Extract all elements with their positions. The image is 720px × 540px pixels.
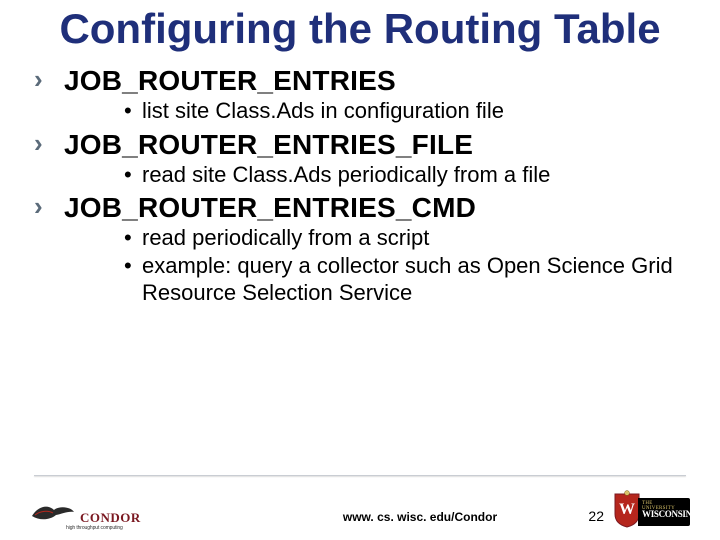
svg-text:W: W <box>619 501 635 518</box>
footer: CONDOR high throughput computing www. cs… <box>0 476 720 540</box>
wisconsin-main-text: WISCONSIN <box>642 509 687 519</box>
chevron-right-icon: › <box>34 66 64 92</box>
chevron-right-icon: › <box>34 193 64 219</box>
sub-bullet: • list site Class.Ads in configuration f… <box>124 97 686 125</box>
sub-bullet-text: example: query a collector such as Open … <box>142 252 686 307</box>
dot-icon: • <box>124 252 142 280</box>
bullet-heading: JOB_ROUTER_ENTRIES_CMD <box>64 192 476 224</box>
dot-icon: • <box>124 224 142 252</box>
slide-content: › JOB_ROUTER_ENTRIES • list site Class.A… <box>0 65 720 307</box>
dot-icon: • <box>124 97 142 125</box>
wisconsin-band: THE UNIVERSITY WISCONSIN <box>638 498 690 526</box>
chevron-right-icon: › <box>34 130 64 156</box>
sub-bullet-text: read site Class.Ads periodically from a … <box>142 161 686 189</box>
sub-bullet: • read periodically from a script <box>124 224 686 252</box>
sub-bullet-text: read periodically from a script <box>142 224 686 252</box>
wisconsin-logo: W THE UNIVERSITY WISCONSIN <box>612 490 690 534</box>
bullet-item: › JOB_ROUTER_ENTRIES_FILE • read site Cl… <box>34 129 686 189</box>
sub-bullet-text: list site Class.Ads in configuration fil… <box>142 97 686 125</box>
page-number: 22 <box>588 508 604 524</box>
condor-tagline: high throughput computing <box>66 525 123 531</box>
slide: Configuring the Routing Table › JOB_ROUT… <box>0 6 720 540</box>
bullet-item: › JOB_ROUTER_ENTRIES_CMD • read periodic… <box>34 192 686 307</box>
bullet-heading: JOB_ROUTER_ENTRIES_FILE <box>64 129 473 161</box>
sub-bullet: • read site Class.Ads periodically from … <box>124 161 686 189</box>
bullet-heading: JOB_ROUTER_ENTRIES <box>64 65 396 97</box>
bullet-item: › JOB_ROUTER_ENTRIES • list site Class.A… <box>34 65 686 125</box>
dot-icon: • <box>124 161 142 189</box>
sub-bullet: • example: query a collector such as Ope… <box>124 252 686 307</box>
slide-title: Configuring the Routing Table <box>0 6 720 51</box>
